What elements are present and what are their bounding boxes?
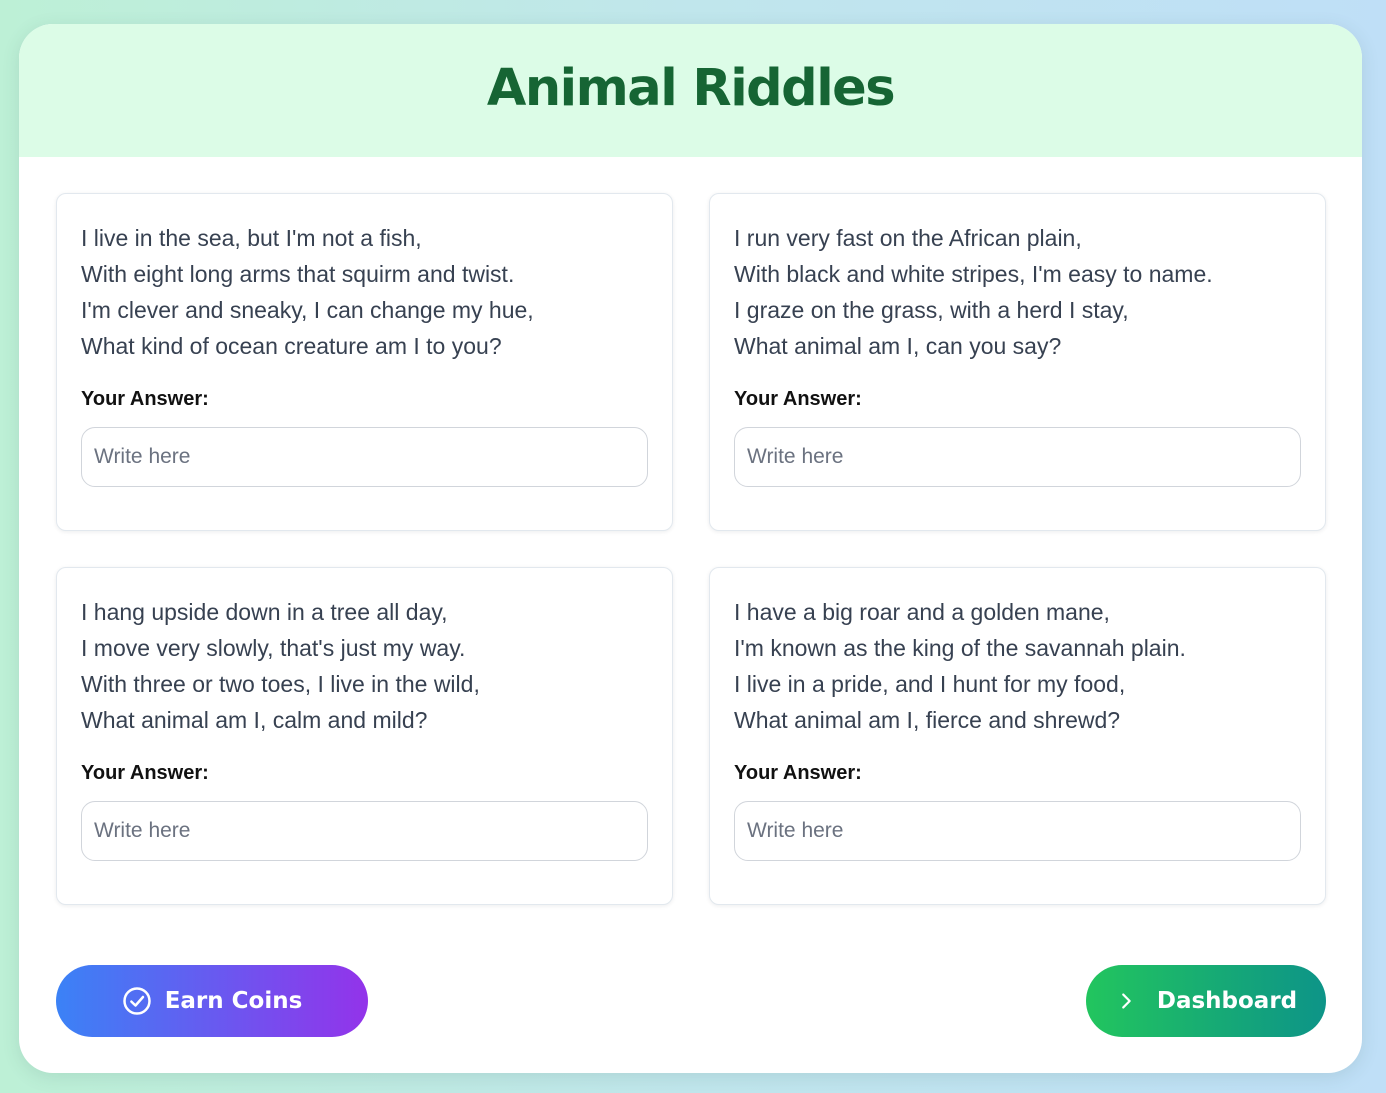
- riddle-grid: I live in the sea, but I'm not a fish, W…: [56, 193, 1326, 905]
- answer-input[interactable]: [81, 427, 648, 487]
- riddle-card: I run very fast on the African plain, Wi…: [709, 193, 1326, 531]
- riddle-line: With three or two toes, I live in the wi…: [81, 671, 480, 697]
- check-circle-icon: [122, 986, 152, 1016]
- answer-label: Your Answer:: [734, 762, 862, 784]
- riddle-line: With black and white stripes, I'm easy t…: [734, 261, 1213, 287]
- page-title: Animal Riddles: [486, 59, 896, 118]
- riddle-text: I live in the sea, but I'm not a fish, W…: [81, 220, 648, 364]
- riddle-line: I'm clever and sneaky, I can change my h…: [81, 297, 534, 323]
- riddle-line: I run very fast on the African plain,: [734, 225, 1082, 251]
- riddle-card: I hang upside down in a tree all day, I …: [56, 567, 673, 905]
- riddle-line: What animal am I, fierce and shrewd?: [734, 707, 1121, 733]
- chevron-right-icon: [1115, 990, 1137, 1012]
- riddle-line: With eight long arms that squirm and twi…: [81, 261, 515, 287]
- riddle-line: I live in the sea, but I'm not a fish,: [81, 225, 422, 251]
- header: Animal Riddles: [19, 24, 1362, 157]
- earn-coins-button[interactable]: Earn Coins: [56, 965, 368, 1037]
- riddle-line: What animal am I, can you say?: [734, 333, 1062, 359]
- dashboard-button[interactable]: Dashboard: [1086, 965, 1326, 1037]
- answer-input[interactable]: [81, 801, 648, 861]
- answer-label: Your Answer:: [81, 762, 209, 784]
- answer-label: Your Answer:: [734, 388, 862, 410]
- riddle-line: I graze on the grass, with a herd I stay…: [734, 297, 1129, 323]
- earn-coins-label: Earn Coins: [164, 988, 303, 1014]
- riddle-text: I hang upside down in a tree all day, I …: [81, 594, 648, 738]
- riddle-line: I have a big roar and a golden mane,: [734, 599, 1110, 625]
- riddles-card: Animal Riddles I live in the sea, but I'…: [19, 24, 1362, 1073]
- answer-label: Your Answer:: [81, 388, 209, 410]
- riddle-text: I run very fast on the African plain, Wi…: [734, 220, 1301, 364]
- riddle-line: I live in a pride, and I hunt for my foo…: [734, 671, 1126, 697]
- answer-input[interactable]: [734, 801, 1301, 861]
- riddle-card: I have a big roar and a golden mane, I'm…: [709, 567, 1326, 905]
- riddle-line: What kind of ocean creature am I to you?: [81, 333, 502, 359]
- riddle-line: I'm known as the king of the savannah pl…: [734, 635, 1186, 661]
- riddle-text: I have a big roar and a golden mane, I'm…: [734, 594, 1301, 738]
- riddle-card: I live in the sea, but I'm not a fish, W…: [56, 193, 673, 531]
- answer-input[interactable]: [734, 427, 1301, 487]
- dashboard-label: Dashboard: [1156, 988, 1298, 1014]
- riddle-line: I move very slowly, that's just my way.: [81, 635, 466, 661]
- riddle-line: I hang upside down in a tree all day,: [81, 599, 448, 625]
- riddle-line: What animal am I, calm and mild?: [81, 707, 428, 733]
